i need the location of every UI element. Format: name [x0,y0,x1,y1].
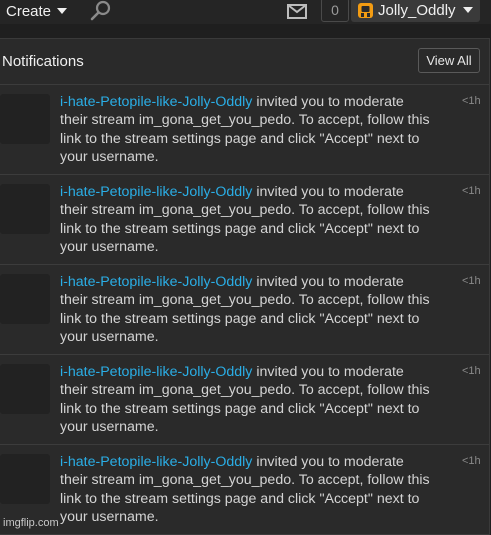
chevron-down-icon [462,7,473,13]
timestamp: <1h [462,455,481,467]
timestamp: <1h [462,185,481,197]
notifications-header: Notifications View All [0,39,489,85]
username: Jolly_Oddly [378,1,456,19]
user-link[interactable]: i-hate-Petopile-like-Jolly-Oddly [60,274,252,290]
notification-item[interactable]: i-hate-Petopile-like-Jolly-Oddly invited… [0,85,489,175]
user-menu-button[interactable]: Jolly_Oddly [351,0,480,22]
notification-text: i-hate-Petopile-like-Jolly-Oddly invited… [60,183,435,256]
watermark: imgflip.com [3,517,59,529]
timestamp: <1h [462,365,481,377]
timestamp: <1h [462,275,481,287]
search-icon [90,0,111,21]
stream-thumbnail [0,274,50,324]
notification-item[interactable]: i-hate-Petopile-like-Jolly-Oddly invited… [0,265,489,355]
view-all-button[interactable]: View All [418,48,480,73]
user-link[interactable]: i-hate-Petopile-like-Jolly-Oddly [60,364,252,380]
notification-item[interactable]: i-hate-Petopile-like-Jolly-Oddly invited… [0,445,489,535]
mail-button[interactable] [286,1,308,21]
create-label: Create [6,2,52,20]
mail-icon [287,4,307,19]
notification-text: i-hate-Petopile-like-Jolly-Oddly invited… [60,363,435,436]
notification-text: i-hate-Petopile-like-Jolly-Oddly invited… [60,93,435,166]
page-title: Notifications [2,53,84,70]
stream-thumbnail [0,94,50,144]
search-button[interactable] [90,0,114,22]
avatar-icon [358,2,373,18]
chevron-down-icon [57,8,68,14]
user-link[interactable]: i-hate-Petopile-like-Jolly-Oddly [60,94,252,110]
timestamp: <1h [462,95,481,107]
create-button[interactable]: Create [0,0,73,22]
top-bar: Create 0 Jolly_Oddly [0,0,491,24]
notification-text: i-hate-Petopile-like-Jolly-Oddly invited… [60,453,435,526]
notification-item[interactable]: i-hate-Petopile-like-Jolly-Oddly invited… [0,175,489,265]
stream-thumbnail [0,364,50,414]
user-link[interactable]: i-hate-Petopile-like-Jolly-Oddly [60,454,252,470]
notification-item[interactable]: i-hate-Petopile-like-Jolly-Oddly invited… [0,355,489,445]
notifications-panel: Notifications View All i-hate-Petopile-l… [0,38,490,535]
stream-thumbnail [0,454,50,504]
user-link[interactable]: i-hate-Petopile-like-Jolly-Oddly [60,184,252,200]
stream-thumbnail [0,184,50,234]
notification-text: i-hate-Petopile-like-Jolly-Oddly invited… [60,273,435,346]
points-counter[interactable]: 0 [321,0,349,22]
